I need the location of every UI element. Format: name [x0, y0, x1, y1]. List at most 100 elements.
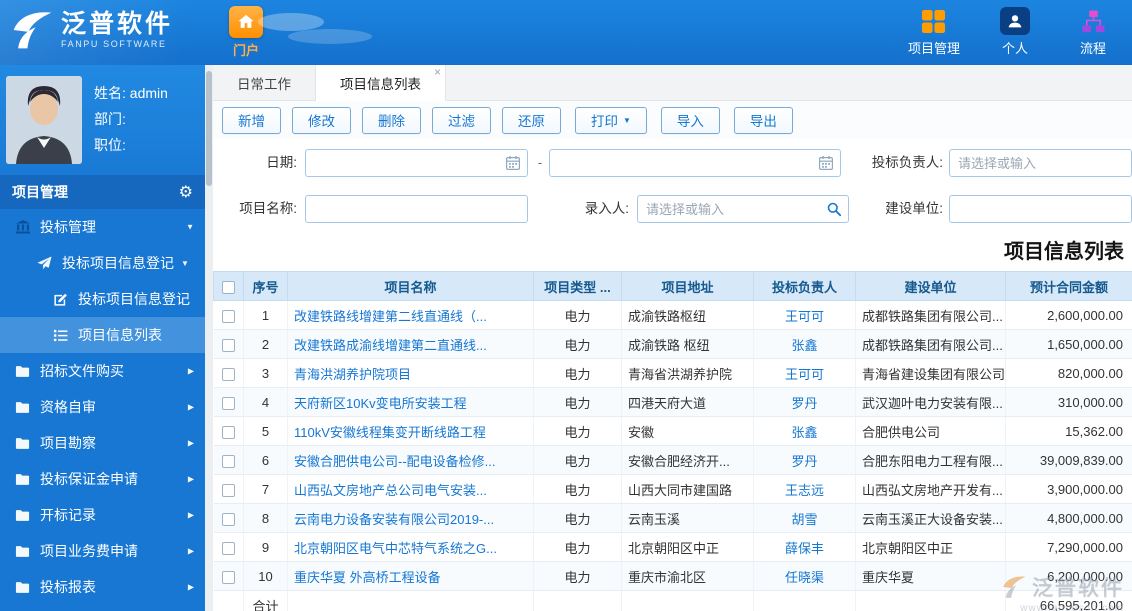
cell-no: 4	[244, 388, 288, 417]
sidebar-item-5[interactable]: 资格自审▶	[0, 389, 205, 425]
sidebar-item-2[interactable]: 投标项目信息登记	[0, 281, 205, 317]
scrollbar-thumb[interactable]	[206, 71, 212, 186]
bid-leader-input[interactable]	[950, 150, 1131, 176]
date-from-input[interactable]	[306, 150, 527, 176]
date-range-separator: -	[533, 149, 547, 177]
tab-0[interactable]: 日常工作	[213, 65, 316, 100]
sidebar-scrollbar[interactable]	[205, 65, 213, 611]
project-name-input[interactable]	[306, 196, 527, 222]
sidebar-item-7[interactable]: 投标保证金申请▶	[0, 461, 205, 497]
project-name-link[interactable]: 110kV安徽线程集变开断线路工程	[294, 425, 486, 440]
cell-builder: 北京朝阳区中正	[856, 533, 1006, 562]
portal-button[interactable]: 门户	[224, 6, 268, 59]
calendar-icon[interactable]	[818, 155, 834, 171]
cell-address: 四港天府大道	[622, 388, 754, 417]
table-row: 7山西弘文房地产总公司电气安装...电力山西大同市建国路王志远山西弘文房地产开发…	[214, 475, 1132, 504]
caret-right-icon: ▶	[188, 475, 194, 484]
row-checkbox[interactable]	[222, 513, 235, 526]
nav-label: 流程	[1080, 38, 1106, 57]
select-all-checkbox[interactable]	[222, 281, 235, 294]
entry-person-input[interactable]	[638, 196, 848, 222]
row-checkbox[interactable]	[222, 455, 235, 468]
toolbar-button-7[interactable]: 导出	[734, 107, 793, 134]
button-label: 新增	[238, 110, 265, 130]
table-row: 2改建铁路成渝线增建第二直通线...电力成渝铁路 枢纽张鑫成都铁路集团有限公司.…	[214, 330, 1132, 359]
cell-no: 10	[244, 562, 288, 591]
cell-address: 成渝铁路枢纽	[622, 301, 754, 330]
project-name-link[interactable]: 云南电力设备安装有限公司2019-...	[294, 512, 494, 527]
cell-no: 8	[244, 504, 288, 533]
cell-amount: 7,290,000.00	[1006, 533, 1132, 562]
cell-type: 电力	[534, 475, 622, 504]
sidebar-item-10[interactable]: 投标报表▶	[0, 569, 205, 605]
brand: 泛普软件 FANPU SOFTWARE	[10, 9, 173, 51]
date-to-field	[549, 149, 841, 177]
cell-type: 电力	[534, 417, 622, 446]
row-checkbox[interactable]	[222, 484, 235, 497]
project-name-link[interactable]: 青海洪湖养护院项目	[294, 367, 411, 382]
toolbar-button-3[interactable]: 过滤	[432, 107, 491, 134]
sidebar-item-6[interactable]: 项目勘察▶	[0, 425, 205, 461]
toolbar-button-6[interactable]: 导入	[661, 107, 720, 134]
sidebar-item-8[interactable]: 开标记录▶	[0, 497, 205, 533]
sidebar-item-0[interactable]: 投标管理▼	[0, 209, 205, 245]
toolbar-button-4[interactable]: 还原	[502, 107, 561, 134]
row-checkbox[interactable]	[222, 310, 235, 323]
row-checkbox[interactable]	[222, 426, 235, 439]
toolbar-button-0[interactable]: 新增	[222, 107, 281, 134]
row-checkbox[interactable]	[222, 571, 235, 584]
project-name-link[interactable]: 山西弘文房地产总公司电气安装...	[294, 483, 487, 498]
row-checkbox[interactable]	[222, 397, 235, 410]
leader-link[interactable]: 王志远	[785, 483, 824, 498]
project-name-link[interactable]: 安徽合肥供电公司--配电设备检修...	[294, 454, 496, 469]
sidebar-item-1[interactable]: 投标项目信息登记▼	[0, 245, 205, 281]
leader-link[interactable]: 罗丹	[791, 454, 817, 469]
gear-icon[interactable]: ⚙	[179, 184, 193, 200]
tab-1[interactable]: 项目信息列表×	[316, 65, 446, 101]
flow-icon	[1081, 7, 1106, 35]
project-name-link[interactable]: 重庆华夏 外高桥工程设备	[294, 570, 441, 585]
project-name-link[interactable]: 改建铁路线增建第二线直通线（...	[294, 309, 487, 324]
leader-link[interactable]: 张鑫	[791, 338, 817, 353]
nav-personal[interactable]: 个人	[992, 7, 1038, 57]
plane-icon	[36, 255, 53, 272]
leader-link[interactable]: 任晓渠	[785, 570, 824, 585]
leader-link[interactable]: 王可可	[785, 309, 824, 324]
caret-down-icon: ▼	[186, 223, 194, 232]
button-label: 导入	[677, 110, 704, 130]
leader-link[interactable]: 罗丹	[791, 396, 817, 411]
toolbar-button-5[interactable]: 打印▼	[575, 107, 647, 134]
cell-address: 山西大同市建国路	[622, 475, 754, 504]
main-content: 日常工作项目信息列表× 新增 修改删除过滤还原打印▼ 导入 导出 日期: - 投标负责…	[213, 65, 1132, 611]
filter-panel: 日期: - 投标负责人: 项目名称: 录入人:	[213, 139, 1132, 231]
row-checkbox[interactable]	[222, 339, 235, 352]
cell-address: 青海省洪湖养护院	[622, 359, 754, 388]
builder-input[interactable]	[950, 196, 1131, 222]
project-name-link[interactable]: 改建铁路成渝线增建第二直通线...	[294, 338, 487, 353]
sidebar-item-4[interactable]: 招标文件购买▶	[0, 353, 205, 389]
project-name-link[interactable]: 北京朝阳区电气中芯特气系统之G...	[294, 541, 497, 556]
leader-link[interactable]: 薛保丰	[785, 541, 824, 556]
toolbar-button-2[interactable]: 删除	[362, 107, 421, 134]
table-row: 10重庆华夏 外高桥工程设备电力重庆市渝北区任晓渠重庆华夏6,200,000.0…	[214, 562, 1132, 591]
cell-address: 北京朝阳区中正	[622, 533, 754, 562]
sidebar-item-9[interactable]: 项目业务费申请▶	[0, 533, 205, 569]
date-to-input[interactable]	[550, 150, 840, 176]
leader-link[interactable]: 张鑫	[791, 425, 817, 440]
toolbar-button-1[interactable]: 修改	[292, 107, 351, 134]
row-checkbox[interactable]	[222, 368, 235, 381]
project-name-field	[305, 195, 528, 223]
nav-process[interactable]: 流程	[1070, 7, 1116, 57]
row-checkbox[interactable]	[222, 542, 235, 555]
folder-icon	[14, 543, 31, 560]
leader-link[interactable]: 王可可	[785, 367, 824, 382]
calendar-icon[interactable]	[505, 155, 521, 171]
button-label: 打印	[591, 110, 618, 130]
close-icon[interactable]: ×	[434, 66, 441, 78]
leader-link[interactable]: 胡雪	[791, 512, 817, 527]
project-name-link[interactable]: 天府新区10Kv变电所安装工程	[294, 396, 467, 411]
sidebar-item-3[interactable]: 项目信息列表	[0, 317, 205, 353]
column-header: 投标负责人	[754, 272, 856, 301]
search-icon[interactable]	[826, 201, 842, 217]
nav-project-management[interactable]: 项目管理	[908, 7, 960, 57]
